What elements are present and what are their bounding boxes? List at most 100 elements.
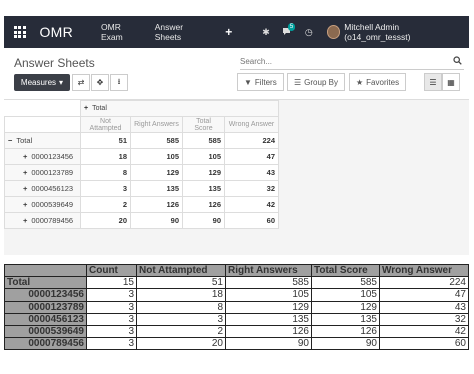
breadcrumb: Answer Sheets	[14, 56, 95, 70]
pivot-row-label: 0000123789	[31, 168, 74, 177]
summary-cell: 8	[136, 300, 226, 314]
pivot-row-label: Total	[16, 136, 33, 145]
pivot-cell: 224	[224, 132, 279, 149]
summary-cell: 585	[311, 276, 380, 290]
pivot-row-header[interactable]: +0000456123	[4, 180, 81, 197]
summary-header: Not Attampted	[136, 263, 226, 278]
pivot-row-header[interactable]: +0000123789	[4, 164, 81, 181]
download-button[interactable]: ⭳	[110, 74, 128, 91]
activity-clock-icon[interactable]: ◷	[305, 27, 313, 38]
menu-item-answer-sheets[interactable]: Answer Sheets	[155, 22, 211, 42]
summary-cell: 51	[136, 276, 226, 290]
pivot-cell: 60	[224, 212, 279, 229]
pivot-cell: 20	[80, 212, 131, 229]
pivot-view: + Total Not Attampted Right Answers Total…	[4, 100, 469, 255]
grid-view-icon: ▦	[447, 77, 455, 87]
summary-header: Right Answers	[225, 263, 312, 278]
summary-row-label: 0000789456	[4, 337, 87, 351]
pivot-row-header[interactable]: +0000539649	[4, 196, 81, 213]
filters-button[interactable]: ▼ Filters	[237, 73, 284, 91]
chat-icon[interactable]: 5	[282, 22, 296, 38]
add-menu-icon[interactable]: +	[225, 25, 232, 39]
pivot-row-label: 0000456123	[31, 184, 74, 193]
pivot-measure-header[interactable]: Right Answers	[130, 116, 183, 133]
summary-cell: 20	[136, 337, 226, 351]
pivot-col-total-header[interactable]: + Total	[80, 100, 279, 117]
top-navbar: OMR OMR Exam Answer Sheets + ✱ 5 ◷ Mitch…	[4, 16, 469, 48]
summary-cell: 224	[379, 276, 469, 290]
group-by-label: Group By	[304, 77, 338, 87]
summary-row-label: 0000539649	[4, 324, 87, 339]
pivot-cell: 585	[182, 132, 225, 149]
pivot-col-total-label: Total	[92, 105, 107, 112]
summary-cell: 3	[86, 312, 137, 326]
pivot-row-label: 0000789456	[31, 216, 74, 225]
summary-header	[4, 263, 87, 278]
pivot-row: +0000456123 3 135 135 32	[4, 180, 279, 197]
group-by-icon: ☰	[294, 77, 302, 87]
pivot-measure-header[interactable]: Not Attampted	[80, 116, 131, 133]
search-icon[interactable]	[453, 56, 462, 67]
list-view-button[interactable]: ☰	[424, 73, 442, 91]
main-menu: OMR Exam Answer Sheets	[101, 22, 221, 42]
app-brand[interactable]: OMR	[39, 24, 73, 40]
favorites-button[interactable]: ★ Favorites	[349, 73, 407, 91]
pivot-cell: 585	[130, 132, 183, 149]
summary-cell: 3	[136, 312, 226, 326]
pivot-row-header[interactable]: − Total	[4, 132, 81, 149]
list-view-icon: ☰	[429, 77, 437, 87]
expand-all-icon: ✥	[96, 78, 104, 87]
pivot-cell: 126	[130, 196, 183, 213]
table-row: 0000123789 3 8 129 129 43	[4, 300, 469, 314]
pivot-measure-header[interactable]: Total Score	[182, 116, 225, 133]
summary-row-label: 0000123456	[4, 288, 87, 302]
systray: ✱ 5 ◷ Mitchell Admin (o14_omr_tessst)	[250, 22, 463, 42]
table-row: Total 15 51 585 585 224	[4, 276, 469, 290]
pivot-cell: 126	[182, 196, 225, 213]
measures-button[interactable]: Measures ▾	[14, 74, 70, 91]
bug-icon[interactable]: ✱	[262, 27, 270, 38]
search-bar	[240, 56, 464, 70]
filter-icon: ▼	[244, 77, 252, 87]
pivot-table: + Total Not Attampted Right Answers Total…	[4, 100, 279, 229]
summary-cell: 32	[379, 312, 469, 326]
flip-axis-button[interactable]: ⇄	[72, 74, 90, 91]
user-menu[interactable]: Mitchell Admin (o14_omr_tessst)	[344, 22, 463, 42]
pivot-cell: 47	[224, 148, 279, 165]
pivot-row-header[interactable]: +0000789456	[4, 212, 81, 229]
table-row: 0000789456 3 20 90 90 60	[4, 337, 469, 351]
summary-cell: 90	[311, 337, 380, 351]
pivot-cell: 42	[224, 196, 279, 213]
search-input[interactable]	[240, 57, 440, 66]
pivot-row: +0000789456 20 90 90 60	[4, 212, 279, 229]
pivot-cell: 135	[182, 180, 225, 197]
flip-axis-icon: ⇄	[77, 78, 85, 87]
pivot-row-header[interactable]: +0000123456	[4, 148, 81, 165]
pivot-measure-header[interactable]: Wrong Answer	[224, 116, 279, 133]
pivot-cell: 43	[224, 164, 279, 181]
expand-icon: +	[23, 200, 28, 209]
summary-cell: 42	[379, 324, 469, 339]
pivot-row-label: 0000123456	[31, 152, 74, 161]
collapse-icon: −	[8, 136, 13, 145]
chat-count-badge: 5	[287, 22, 296, 31]
summary-cell: 126	[225, 324, 312, 339]
menu-item-omr-exam[interactable]: OMR Exam	[101, 22, 144, 42]
table-row: 0000456123 3 3 135 135 32	[4, 312, 469, 326]
apps-menu-icon[interactable]	[8, 16, 31, 48]
summary-cell: 135	[225, 312, 312, 326]
pivot-row: +0000123789 8 129 129 43	[4, 164, 279, 181]
avatar[interactable]	[326, 25, 341, 39]
expand-all-button[interactable]: ✥	[91, 74, 109, 91]
summary-cell: 47	[379, 288, 469, 302]
expand-icon: +	[84, 105, 89, 112]
control-panel: Answer Sheets Measures ▾ ⇄ ✥ ⭳ ▼ Filters…	[4, 48, 469, 100]
summary-cell: 90	[225, 337, 312, 351]
group-by-button[interactable]: ☰ Group By	[287, 73, 345, 91]
pivot-cell: 18	[80, 148, 131, 165]
pivot-cell: 90	[182, 212, 225, 229]
summary-cell: 585	[225, 276, 312, 290]
summary-cell: 15	[86, 276, 137, 290]
summary-header-row: Count Not Attampted Right Answers Total …	[4, 263, 469, 278]
grid-view-button[interactable]: ▦	[442, 73, 460, 91]
